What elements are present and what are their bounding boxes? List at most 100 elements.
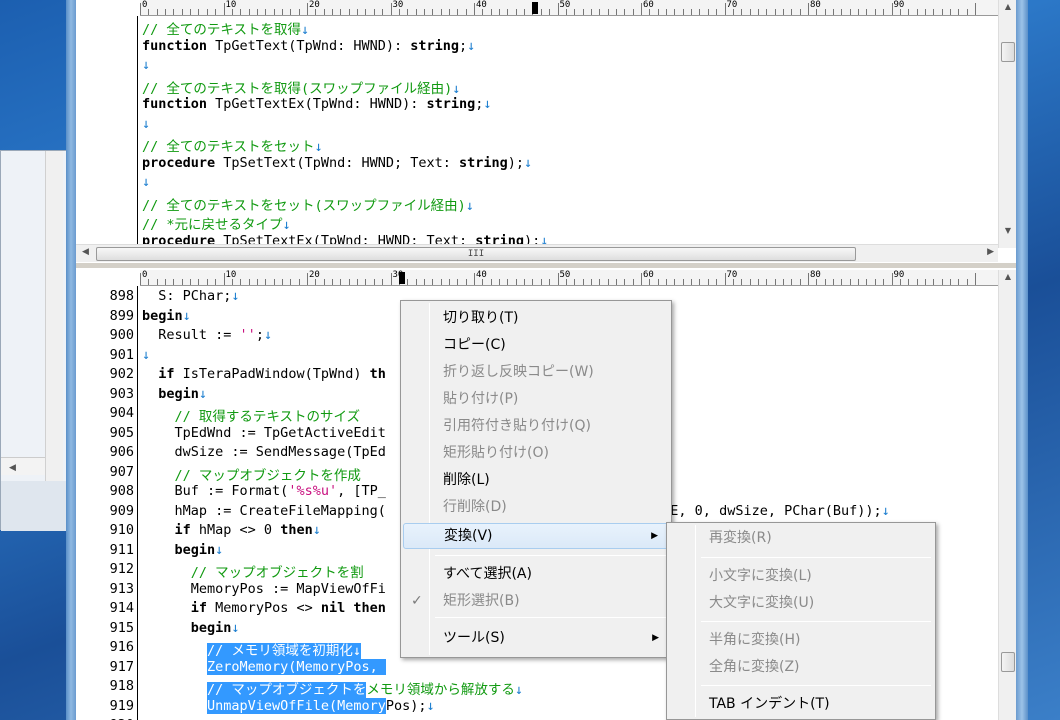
menu-separator bbox=[701, 621, 931, 622]
ruler-tick bbox=[407, 279, 409, 285]
menu-item-rect-select[interactable]: 矩形選択(B) ✓ bbox=[403, 588, 669, 614]
code-line[interactable]: // 全てのテキストをセット(スワップファイル経由)↓ bbox=[142, 194, 474, 214]
code-line[interactable]: ↓ bbox=[142, 174, 150, 190]
submenu-item-to-halfwidth[interactable]: 半角に変換(H) bbox=[669, 627, 933, 653]
submenu-item-label: TAB インデント(T) bbox=[709, 696, 830, 712]
vertical-scroll-thumb-top[interactable] bbox=[1001, 42, 1015, 62]
code-line[interactable]: ↓ bbox=[142, 347, 150, 363]
menu-item-line-delete[interactable]: 行削除(D) bbox=[403, 494, 669, 520]
ruler-tick bbox=[782, 279, 784, 285]
code-line[interactable]: // 全てのテキストを取得↓ bbox=[142, 18, 309, 38]
code-line[interactable]: function TpGetText(TpWnd: HWND): string;… bbox=[142, 38, 475, 54]
menu-item-rect-paste[interactable]: 矩形貼り付け(O) bbox=[403, 440, 669, 466]
menu-item-tools[interactable]: ツール(S) ▶ bbox=[403, 625, 669, 651]
menu-item-quote-paste[interactable]: 引用符付き貼り付け(Q) bbox=[403, 413, 669, 439]
line-number: 913 bbox=[109, 580, 134, 597]
scroll-right-icon[interactable]: ▶ bbox=[987, 247, 994, 257]
code-line[interactable]: TpEdWnd := TpGetActiveEdit bbox=[142, 425, 386, 441]
line-number: 902 bbox=[109, 366, 134, 382]
ruler-tick bbox=[515, 9, 517, 15]
line-number: 900 bbox=[109, 327, 134, 343]
scroll-down-icon[interactable]: ▼ bbox=[999, 226, 1016, 235]
ruler-label: 90 bbox=[893, 270, 905, 280]
submenu-item-to-uppercase[interactable]: 大文字に変換(U) bbox=[669, 590, 933, 616]
code-line[interactable]: Buf := Format('%s%u', [TP_ bbox=[142, 483, 386, 499]
code-line[interactable]: if hMap <> 0 then↓ bbox=[142, 522, 321, 538]
ruler-tick bbox=[432, 279, 434, 285]
editor-pane-top[interactable]: 0 10 20 30 40 50 60 70 80 90 96// 全てのテキストを取得↓97fu… bbox=[76, 0, 1016, 264]
submenu-item-to-fullwidth[interactable]: 全角に変換(Z) bbox=[669, 654, 933, 680]
scroll-up-icon[interactable]: ▲ bbox=[999, 272, 1016, 281]
ruler-tick bbox=[674, 279, 676, 285]
vertical-scrollbar-top[interactable]: ▲ ▼ bbox=[998, 0, 1016, 248]
ruler-tick bbox=[281, 9, 283, 15]
code-line[interactable]: procedure TpSetTextEx(TpWnd: HWND; Text:… bbox=[142, 233, 548, 245]
horizontal-scrollbar-top[interactable]: ◀ III ▶ bbox=[76, 244, 998, 262]
ruler-tick bbox=[641, 3, 642, 15]
vertical-scrollbar-bottom[interactable]: ▲ bbox=[998, 270, 1016, 720]
code-line[interactable]: // 取得するテキストのサイズ bbox=[142, 405, 361, 425]
menu-item-select-all[interactable]: すべて選択(A) bbox=[403, 561, 669, 587]
code-line[interactable]: ZeroMemory(MemoryPos, bbox=[142, 658, 386, 675]
ruler-tick bbox=[332, 279, 334, 285]
code-line[interactable]: begin↓ bbox=[142, 620, 240, 636]
ruler-label: 10 bbox=[225, 270, 237, 280]
line-number: 898 bbox=[109, 288, 134, 304]
code-line[interactable]: begin↓ bbox=[142, 386, 207, 402]
code-line[interactable]: // マップオブジェクトを割 bbox=[142, 561, 364, 581]
ruler-tick bbox=[858, 279, 860, 285]
code-line[interactable]: begin↓ bbox=[142, 542, 224, 558]
scroll-up-icon[interactable]: ▲ bbox=[999, 2, 1016, 11]
line-number: 912 bbox=[109, 561, 134, 577]
code-line[interactable]: S: PChar;↓ bbox=[142, 288, 239, 304]
code-line[interactable]: Result := '';↓ bbox=[142, 327, 272, 343]
code-line[interactable]: // マップオブジェクトを作成 bbox=[142, 464, 361, 484]
code-line[interactable]: begin↓ bbox=[142, 308, 191, 324]
ruler-tick bbox=[198, 9, 200, 15]
ruler-tick bbox=[966, 9, 968, 15]
ruler-tick bbox=[883, 9, 885, 15]
menu-item-cut[interactable]: 切り取り(T) bbox=[403, 305, 669, 331]
horizontal-scroll-thumb[interactable]: III bbox=[96, 247, 856, 261]
ruler-tick bbox=[741, 9, 743, 15]
ruler-tick bbox=[841, 279, 843, 285]
menu-item-delete[interactable]: 削除(L) bbox=[403, 467, 669, 493]
line-number: 910 bbox=[109, 522, 134, 538]
code-line[interactable]: function TpGetTextEx(TpWnd: HWND): strin… bbox=[142, 96, 492, 112]
code-line[interactable]: // メモリ領域を初期化↓ bbox=[142, 639, 362, 659]
line-number: 907 bbox=[109, 463, 134, 480]
ruler-tick bbox=[657, 9, 659, 15]
ruler-tick bbox=[657, 279, 659, 285]
menu-item-wrap-copy[interactable]: 折り返し反映コピー(W) bbox=[403, 359, 669, 385]
ruler-tick bbox=[799, 279, 801, 285]
code-line[interactable]: ↓ bbox=[142, 116, 150, 132]
ruler-tick bbox=[849, 279, 851, 285]
code-line[interactable]: // 全てのテキストを取得(スワップファイル経由)↓ bbox=[142, 77, 460, 97]
ruler-tick bbox=[307, 3, 308, 15]
code-line[interactable]: if IsTeraPadWindow(TpWnd) th bbox=[142, 366, 386, 382]
ruler-caret-marker bbox=[532, 2, 539, 14]
code-line[interactable]: UnmapViewOfFile(MemoryPos);↓ bbox=[142, 697, 435, 714]
code-area-top[interactable]: 96// 全てのテキストを取得↓97function TpGetText(TpW… bbox=[140, 18, 998, 244]
menu-item-convert[interactable]: 変換(V) ▶ bbox=[403, 523, 669, 549]
code-line[interactable]: procedure TpSetText(TpWnd: HWND; Text: s… bbox=[142, 155, 532, 171]
ruler-tick bbox=[540, 279, 542, 285]
window-frame-right bbox=[1016, 0, 1028, 720]
submenu-item-to-lowercase[interactable]: 小文字に変換(L) bbox=[669, 563, 933, 589]
code-line[interactable]: if MemoryPos <> nil then bbox=[142, 600, 386, 616]
submenu-item-tab-indent[interactable]: TAB インデント(T) bbox=[669, 691, 933, 717]
ruler-tick bbox=[757, 279, 759, 285]
menu-item-paste[interactable]: 貼り付け(P) bbox=[403, 386, 669, 412]
submenu-item-reconvert[interactable]: 再変換(R) bbox=[669, 525, 933, 551]
ruler-tick bbox=[749, 9, 751, 15]
menu-item-copy[interactable]: コピー(C) bbox=[403, 332, 669, 358]
code-line[interactable]: ↓ bbox=[142, 57, 150, 73]
ruler-tick bbox=[507, 9, 509, 15]
code-line[interactable]: MemoryPos := MapViewOfFi bbox=[142, 581, 386, 597]
code-line[interactable]: // 全てのテキストをセット↓ bbox=[142, 135, 323, 155]
code-line[interactable]: // マップオブジェクトをメモリ領域から解放する↓ bbox=[142, 678, 523, 698]
vertical-scroll-thumb-bottom[interactable] bbox=[1001, 652, 1015, 672]
ruler-tick bbox=[933, 279, 935, 285]
scroll-left-icon[interactable]: ◀ bbox=[82, 247, 89, 257]
code-line[interactable]: // *元に戻せるタイプ↓ bbox=[142, 213, 291, 233]
